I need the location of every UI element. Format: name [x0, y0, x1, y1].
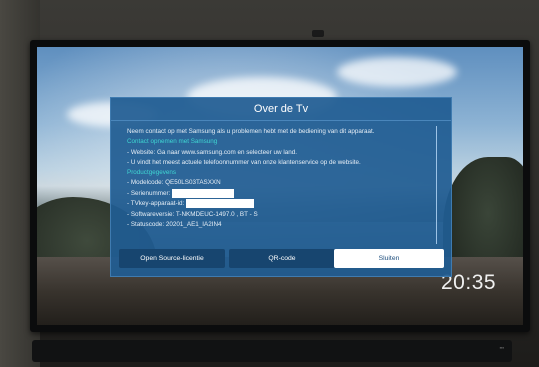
tvkey-label: - TVkey-apparaat-id:	[127, 200, 185, 208]
about-tv-dialog: Over de Tv Neem contact op met Samsung a…	[110, 97, 452, 277]
soundbar-logo: ▪▪▪	[499, 345, 504, 350]
wall-mount-object	[312, 30, 324, 37]
qr-code-button[interactable]: QR-code	[229, 249, 335, 268]
open-source-license-button[interactable]: Open Source-licentie	[119, 249, 225, 268]
model-code: - Modelcode: QE50LS03TASXXN	[127, 179, 221, 187]
scrollbar[interactable]	[436, 126, 437, 244]
contact-website: - Website: Ga naar www.samsung.com en se…	[127, 148, 297, 156]
contact-phone: - U vindt het meest actuele telefoonnumm…	[127, 158, 361, 166]
soundbar: ▪▪▪	[32, 340, 512, 362]
cloud	[337, 57, 457, 87]
intro-text: Neem contact op met Samsung als u proble…	[127, 128, 375, 135]
dialog-title: Over de Tv	[111, 98, 451, 121]
dialog-body[interactable]: Neem contact op met Samsung als u proble…	[127, 127, 432, 245]
serial-number-row: - Serienummer:	[127, 188, 432, 199]
tvkey-row: - TVkey-apparaat-id:	[127, 199, 432, 209]
product-heading: Productgegevens	[127, 169, 177, 177]
redacted-serial	[172, 188, 235, 198]
close-button[interactable]: Sluiten	[334, 249, 444, 268]
contact-heading: Contact opnemen met Samsung	[127, 138, 218, 146]
software-version: - Softwareversie: T-NKMDEUC-1497.0 , BT …	[127, 210, 258, 218]
status-code: - Statuscode: 20201_AE1_IA2IN4	[127, 221, 222, 229]
serial-label: - Serienummer:	[127, 189, 171, 197]
redacted-tvkey	[186, 199, 255, 209]
